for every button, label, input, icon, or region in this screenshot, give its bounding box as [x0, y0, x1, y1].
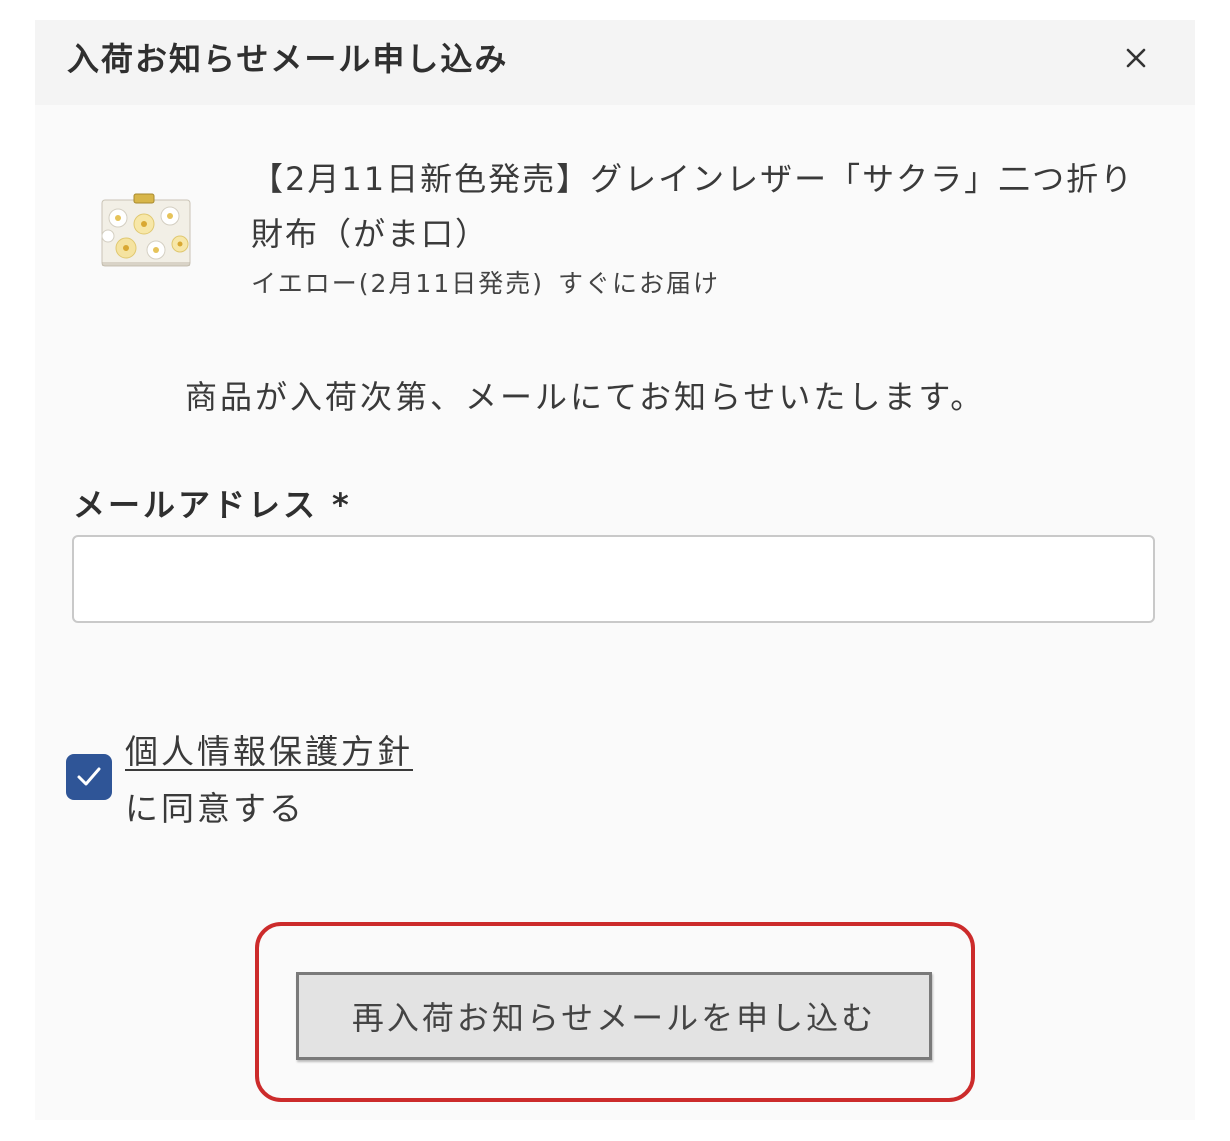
wallet-thumbnail	[101, 193, 191, 267]
product-name: 【2月11日新色発売】グレインレザー「サクラ」二つ折り財布（がま口）	[251, 160, 1135, 253]
restock-notice: 商品が入荷次第、メールにてお知らせいたします。	[185, 378, 986, 416]
privacy-policy-link[interactable]: 個人情報保護方針	[125, 725, 413, 773]
email-label-text: メールアドレス	[73, 486, 319, 524]
agree-text: に同意する	[125, 789, 305, 828]
email-field[interactable]	[72, 535, 1155, 623]
product-variant: イエロー(2月11日発売) すぐにお届け	[251, 264, 720, 300]
close-button[interactable]	[1118, 40, 1154, 76]
submit-button[interactable]: 再入荷お知らせメールを申し込む	[296, 972, 932, 1060]
product-image	[100, 190, 194, 270]
close-icon	[1126, 48, 1146, 68]
notification-modal: 入荷お知らせメール申し込み 【2月11日新色発売】グレインレザー「サクラ」二つ折…	[35, 20, 1195, 1120]
agree-checkbox[interactable]	[66, 754, 112, 800]
required-mark: *	[332, 486, 352, 524]
checkmark-icon	[77, 767, 101, 786]
email-label: メールアドレス *	[73, 480, 352, 526]
delivery-label: すぐにお届け	[557, 269, 720, 298]
modal-header: 入荷お知らせメール申し込み	[35, 20, 1195, 105]
variant-label: イエロー(2月11日発売)	[251, 269, 544, 298]
modal-title: 入荷お知らせメール申し込み	[67, 40, 509, 78]
